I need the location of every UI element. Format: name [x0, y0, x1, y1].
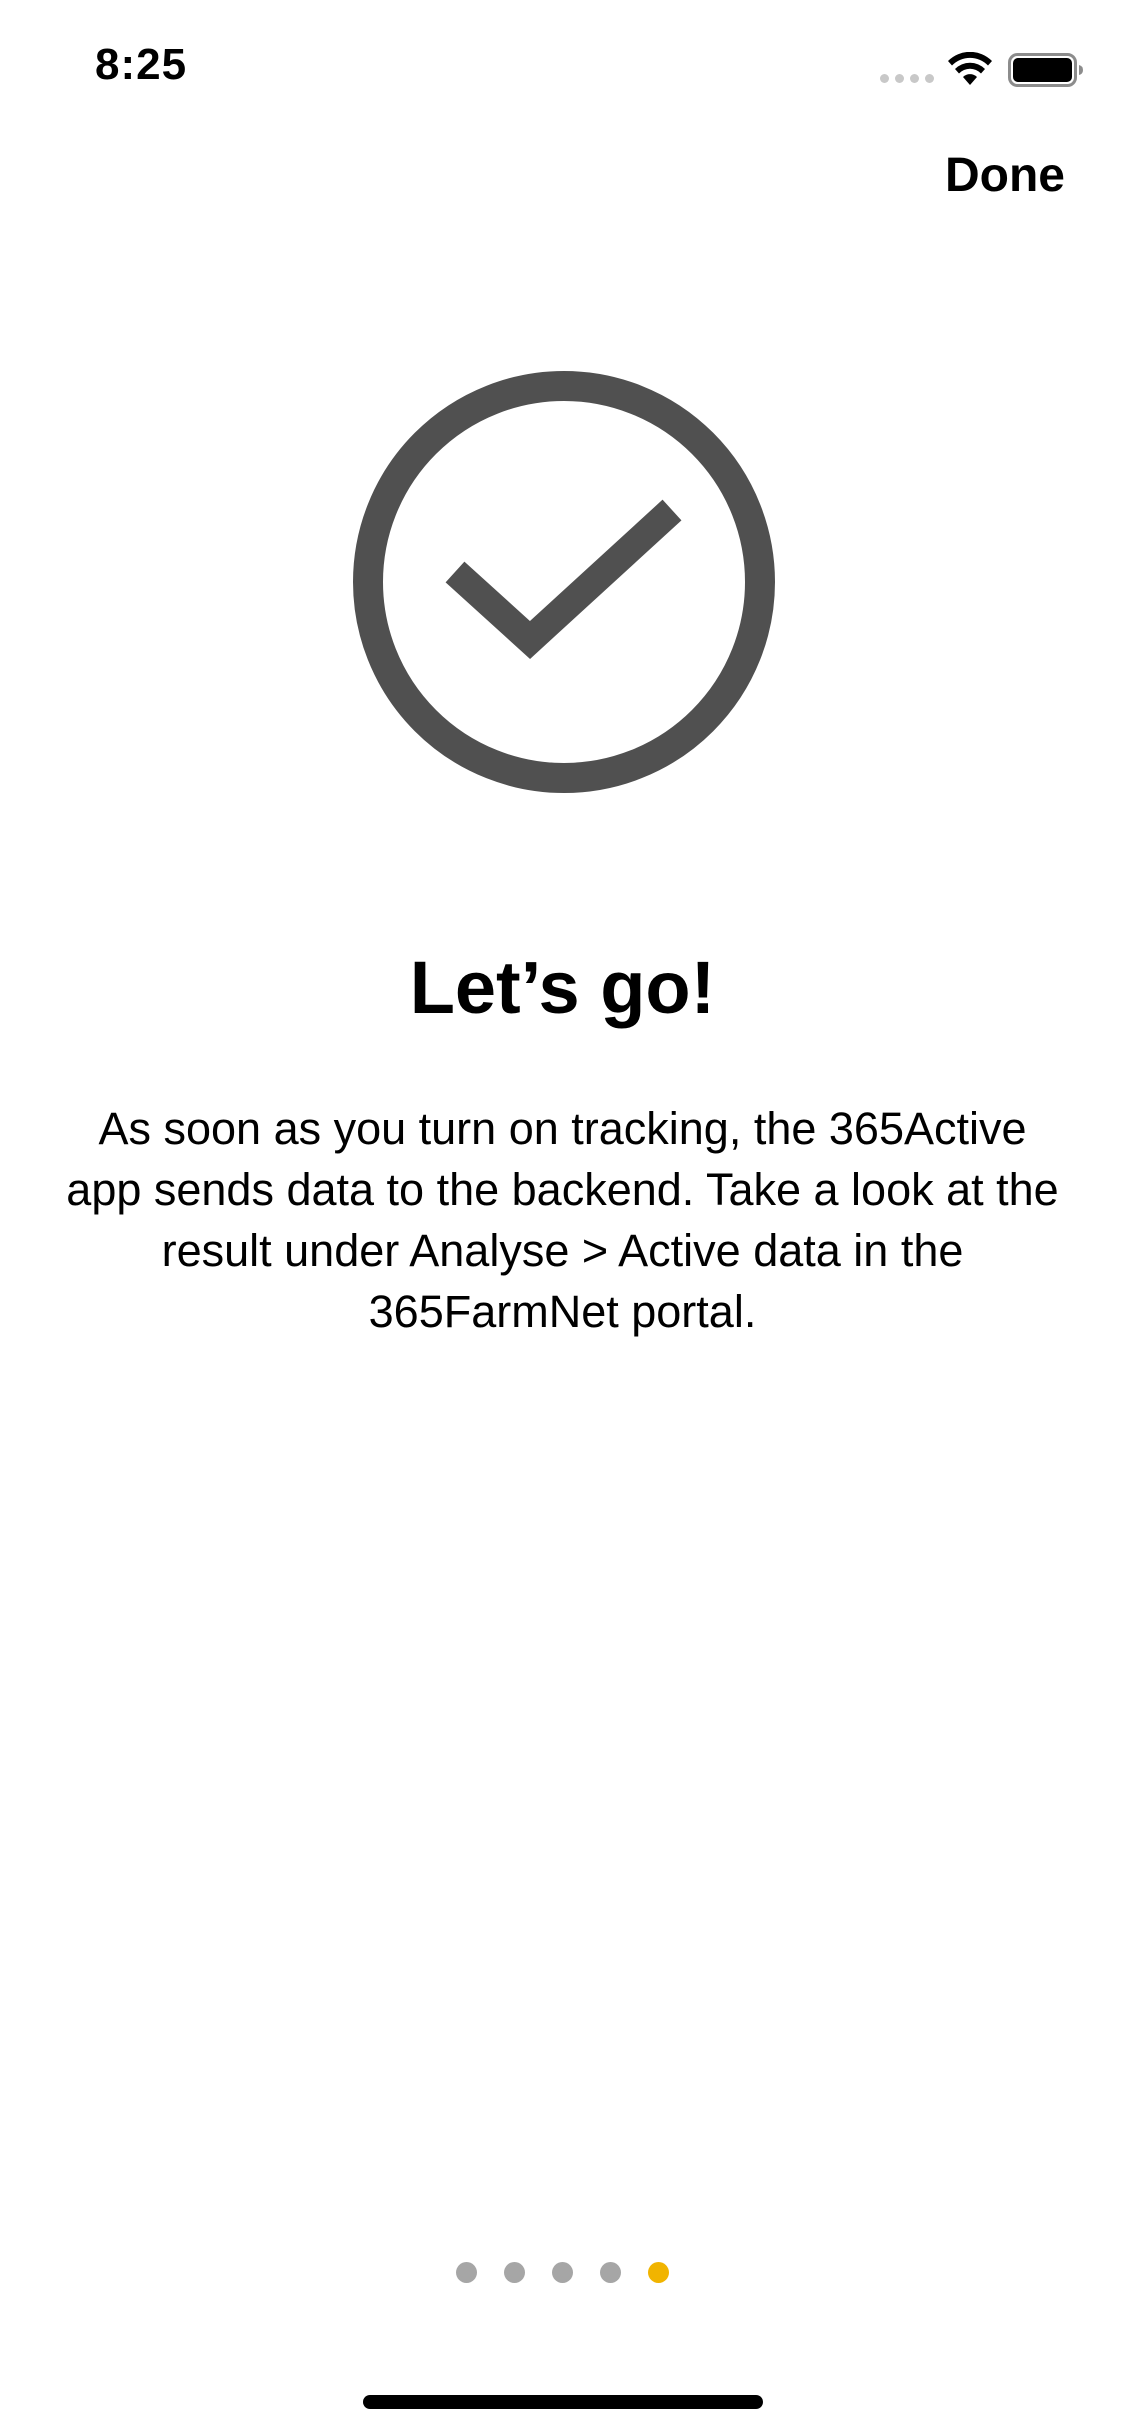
page-dot-4[interactable]	[600, 2262, 621, 2283]
done-button[interactable]: Done	[945, 148, 1065, 203]
cellular-signal-icon	[880, 74, 934, 83]
page-indicator[interactable]	[0, 2262, 1125, 2283]
page-dot-5-active[interactable]	[648, 2262, 669, 2283]
page-dot-3[interactable]	[552, 2262, 573, 2283]
page-description: As soon as you turn on tracking, the 365…	[66, 1103, 1059, 1337]
checkmark-circle-icon	[353, 371, 775, 793]
battery-icon	[1008, 53, 1083, 87]
wifi-icon	[948, 52, 992, 85]
page-title: Let’s go!	[409, 946, 716, 1029]
onboarding-screen: 8:25 Done Let’s go! As soon as you turn …	[0, 0, 1125, 2436]
page-dot-1[interactable]	[456, 2262, 477, 2283]
status-time: 8:25	[95, 40, 188, 89]
page-dot-2[interactable]	[504, 2262, 525, 2283]
home-indicator[interactable]	[363, 2395, 763, 2409]
